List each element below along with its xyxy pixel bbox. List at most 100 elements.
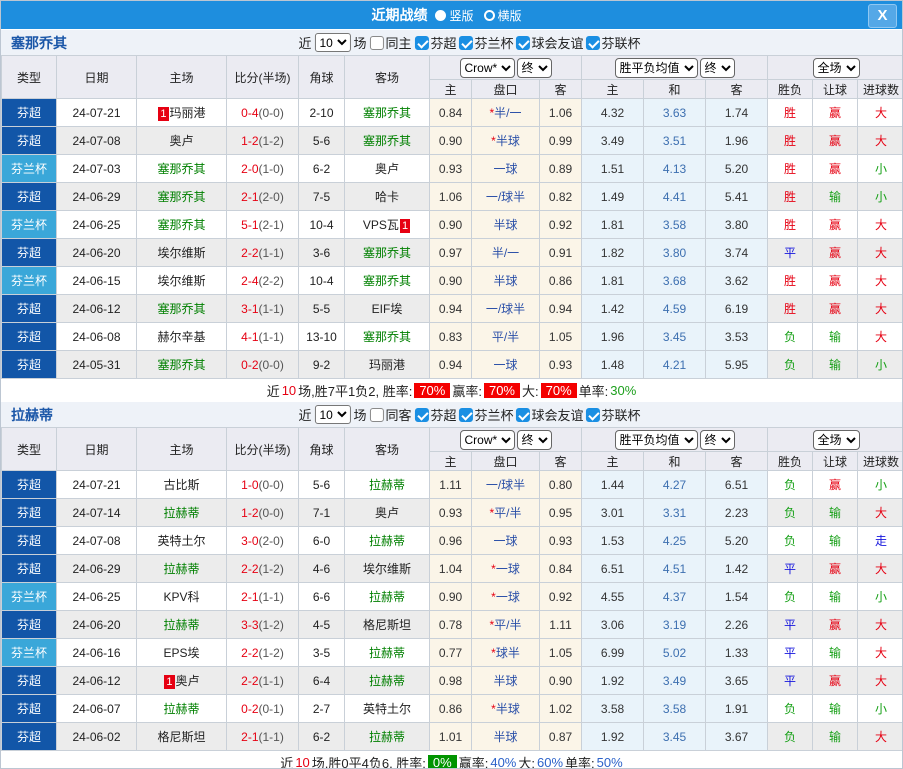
away-odds-cell: 1.05: [538, 322, 583, 351]
odds-time-select[interactable]: 终: [516, 57, 552, 78]
same-venue-checkbox[interactable]: 同主: [369, 33, 412, 52]
league-type-cell: 芬兰杯: [1, 266, 57, 295]
scope-select[interactable]: 全场: [812, 429, 860, 450]
handicap-result-cell: 输: [812, 638, 859, 667]
checkbox-checked-icon[interactable]: [515, 35, 530, 50]
goals-cell: 大: [857, 498, 902, 527]
col-score: 比分(半场): [226, 427, 299, 471]
halftime-score: (0-1): [258, 701, 284, 716]
avg-time-select[interactable]: 终: [699, 429, 735, 450]
avg-away-cell: 3.53: [705, 322, 769, 351]
away-team-cell: VPS瓦 1: [344, 210, 430, 239]
result-cell: 胜: [767, 154, 814, 183]
checkbox-checked-icon[interactable]: [458, 407, 473, 422]
near-label: 近: [298, 36, 312, 51]
handicap-label: 半球: [493, 730, 518, 744]
team-label: 玛丽港: [169, 106, 206, 120]
avg-draw-cell: 3.58: [643, 210, 707, 239]
team-label: 哈卡: [374, 190, 399, 204]
bookmaker-select[interactable]: Crow*: [459, 57, 515, 78]
checkbox-checked-icon[interactable]: [585, 407, 600, 422]
league-type-cell: 芬兰杯: [1, 154, 57, 183]
odds-time-select[interactable]: 终: [516, 429, 552, 450]
checkbox-checked-icon[interactable]: [515, 407, 530, 422]
team-section-home: 塞那乔其 近 10 场 同主 芬超 芬兰杯 球会友谊 芬联杯 类型 日期 主场 比分(…: [1, 29, 902, 401]
handicap-cell: 半球: [471, 210, 540, 239]
halftime-score: (0-0): [258, 505, 284, 520]
team-label: 拉赫蒂: [368, 590, 405, 604]
league-checkbox[interactable]: 芬超: [414, 33, 457, 52]
radio-unselected-icon[interactable]: [483, 9, 495, 21]
checkbox-unchecked-icon[interactable]: [369, 35, 384, 50]
goals-cell: 大: [857, 238, 902, 267]
league-checkbox[interactable]: 芬兰杯: [458, 33, 514, 52]
checkbox-checked-icon[interactable]: [414, 407, 429, 422]
corners-cell: 10-4: [298, 210, 345, 239]
scope-select[interactable]: 全场: [812, 57, 860, 78]
date-cell: 24-06-25: [56, 582, 137, 611]
fulltime-score: 2-1: [241, 729, 259, 744]
goals-cell: 大: [857, 554, 902, 583]
checkbox-checked-icon[interactable]: [585, 35, 600, 50]
bookmaker-select[interactable]: Crow*: [459, 429, 515, 450]
col-score: 比分(半场): [226, 55, 299, 99]
avg-draw-cell: 3.45: [643, 322, 707, 351]
result-cell: 胜: [767, 182, 814, 211]
checkbox-unchecked-icon[interactable]: [369, 407, 384, 422]
rate-badge: 0%: [427, 754, 457, 768]
score-cell: 2-2(1-1): [226, 666, 299, 695]
radio-selected-icon[interactable]: [435, 9, 447, 21]
goals-cell: 小: [857, 694, 902, 723]
avg-group-header: 胜平负均值终: [581, 55, 769, 80]
avg-select[interactable]: 胜平负均值: [614, 57, 698, 78]
league-checkbox-label: 芬超: [430, 36, 457, 51]
match-row: 芬超 24-07-21 古比斯 1-0(0-0) 5-6 拉赫蒂 1.11 一/球半 0.80 1…: [1, 470, 902, 499]
match-count-select[interactable]: 10: [314, 33, 351, 52]
layout-horizontal-radio[interactable]: 横版: [483, 7, 522, 24]
goals-cell: 大: [857, 210, 902, 239]
result-cell: 平: [767, 638, 814, 667]
date-cell: 24-06-20: [56, 238, 137, 267]
result-cell: 平: [767, 554, 814, 583]
avg-time-select[interactable]: 终: [699, 57, 735, 78]
date-cell: 24-06-12: [56, 666, 137, 695]
checkbox-checked-icon[interactable]: [458, 35, 473, 50]
same-venue-checkbox[interactable]: 同客: [369, 405, 412, 424]
summary-text: 近: [280, 755, 294, 769]
handicap-cell: 一/球半: [471, 182, 540, 211]
avg-away-cell: 1.96: [705, 126, 769, 155]
league-checkbox[interactable]: 球会友谊: [515, 33, 584, 52]
home-team-cell: 埃尔维斯: [136, 238, 227, 267]
match-count-select[interactable]: 10: [314, 405, 351, 424]
date-cell: 24-06-08: [56, 322, 137, 351]
home-odds-cell: 0.90: [429, 582, 472, 611]
team-label: 英特土尔: [362, 702, 411, 716]
league-checkbox[interactable]: 芬超: [414, 405, 457, 424]
away-team-cell: 塞那乔其: [344, 126, 430, 155]
halftime-score: (1-1): [258, 589, 284, 604]
league-checkbox[interactable]: 芬联杯: [585, 405, 641, 424]
league-checkbox[interactable]: 芬兰杯: [458, 405, 514, 424]
halftime-score: (2-0): [258, 533, 284, 548]
close-button[interactable]: X: [868, 4, 897, 28]
avg-select[interactable]: 胜平负均值: [614, 429, 698, 450]
match-row: 芬超 24-06-20 拉赫蒂 3-3(1-2) 4-5 格尼斯坦 0.78 *平/半 1.11…: [1, 610, 902, 639]
league-checkbox[interactable]: 球会友谊: [515, 405, 584, 424]
league-checkbox[interactable]: 芬联杯: [585, 33, 641, 52]
league-checkbox-label: 芬联杯: [601, 408, 641, 423]
fulltime-score: 0-4: [241, 105, 259, 120]
layout-vertical-radio[interactable]: 竖版: [435, 7, 474, 24]
handicap-result-cell: 输: [812, 694, 859, 723]
avg-home-cell: 1.44: [581, 470, 645, 499]
summary-text: 40%: [490, 754, 517, 769]
league-checkbox-label: 芬联杯: [601, 36, 641, 51]
team-label: 塞那乔其: [157, 302, 206, 316]
home-odds-cell: 0.77: [429, 638, 472, 667]
avg-away-cell: 2.26: [705, 610, 769, 639]
corners-cell: 6-2: [298, 722, 345, 751]
handicap-label: 半/一: [494, 106, 522, 120]
league-type-cell: 芬超: [1, 610, 57, 639]
checkbox-checked-icon[interactable]: [414, 35, 429, 50]
red-card-badge: 1: [158, 107, 169, 121]
home-team-cell: 奥卢: [136, 126, 227, 155]
